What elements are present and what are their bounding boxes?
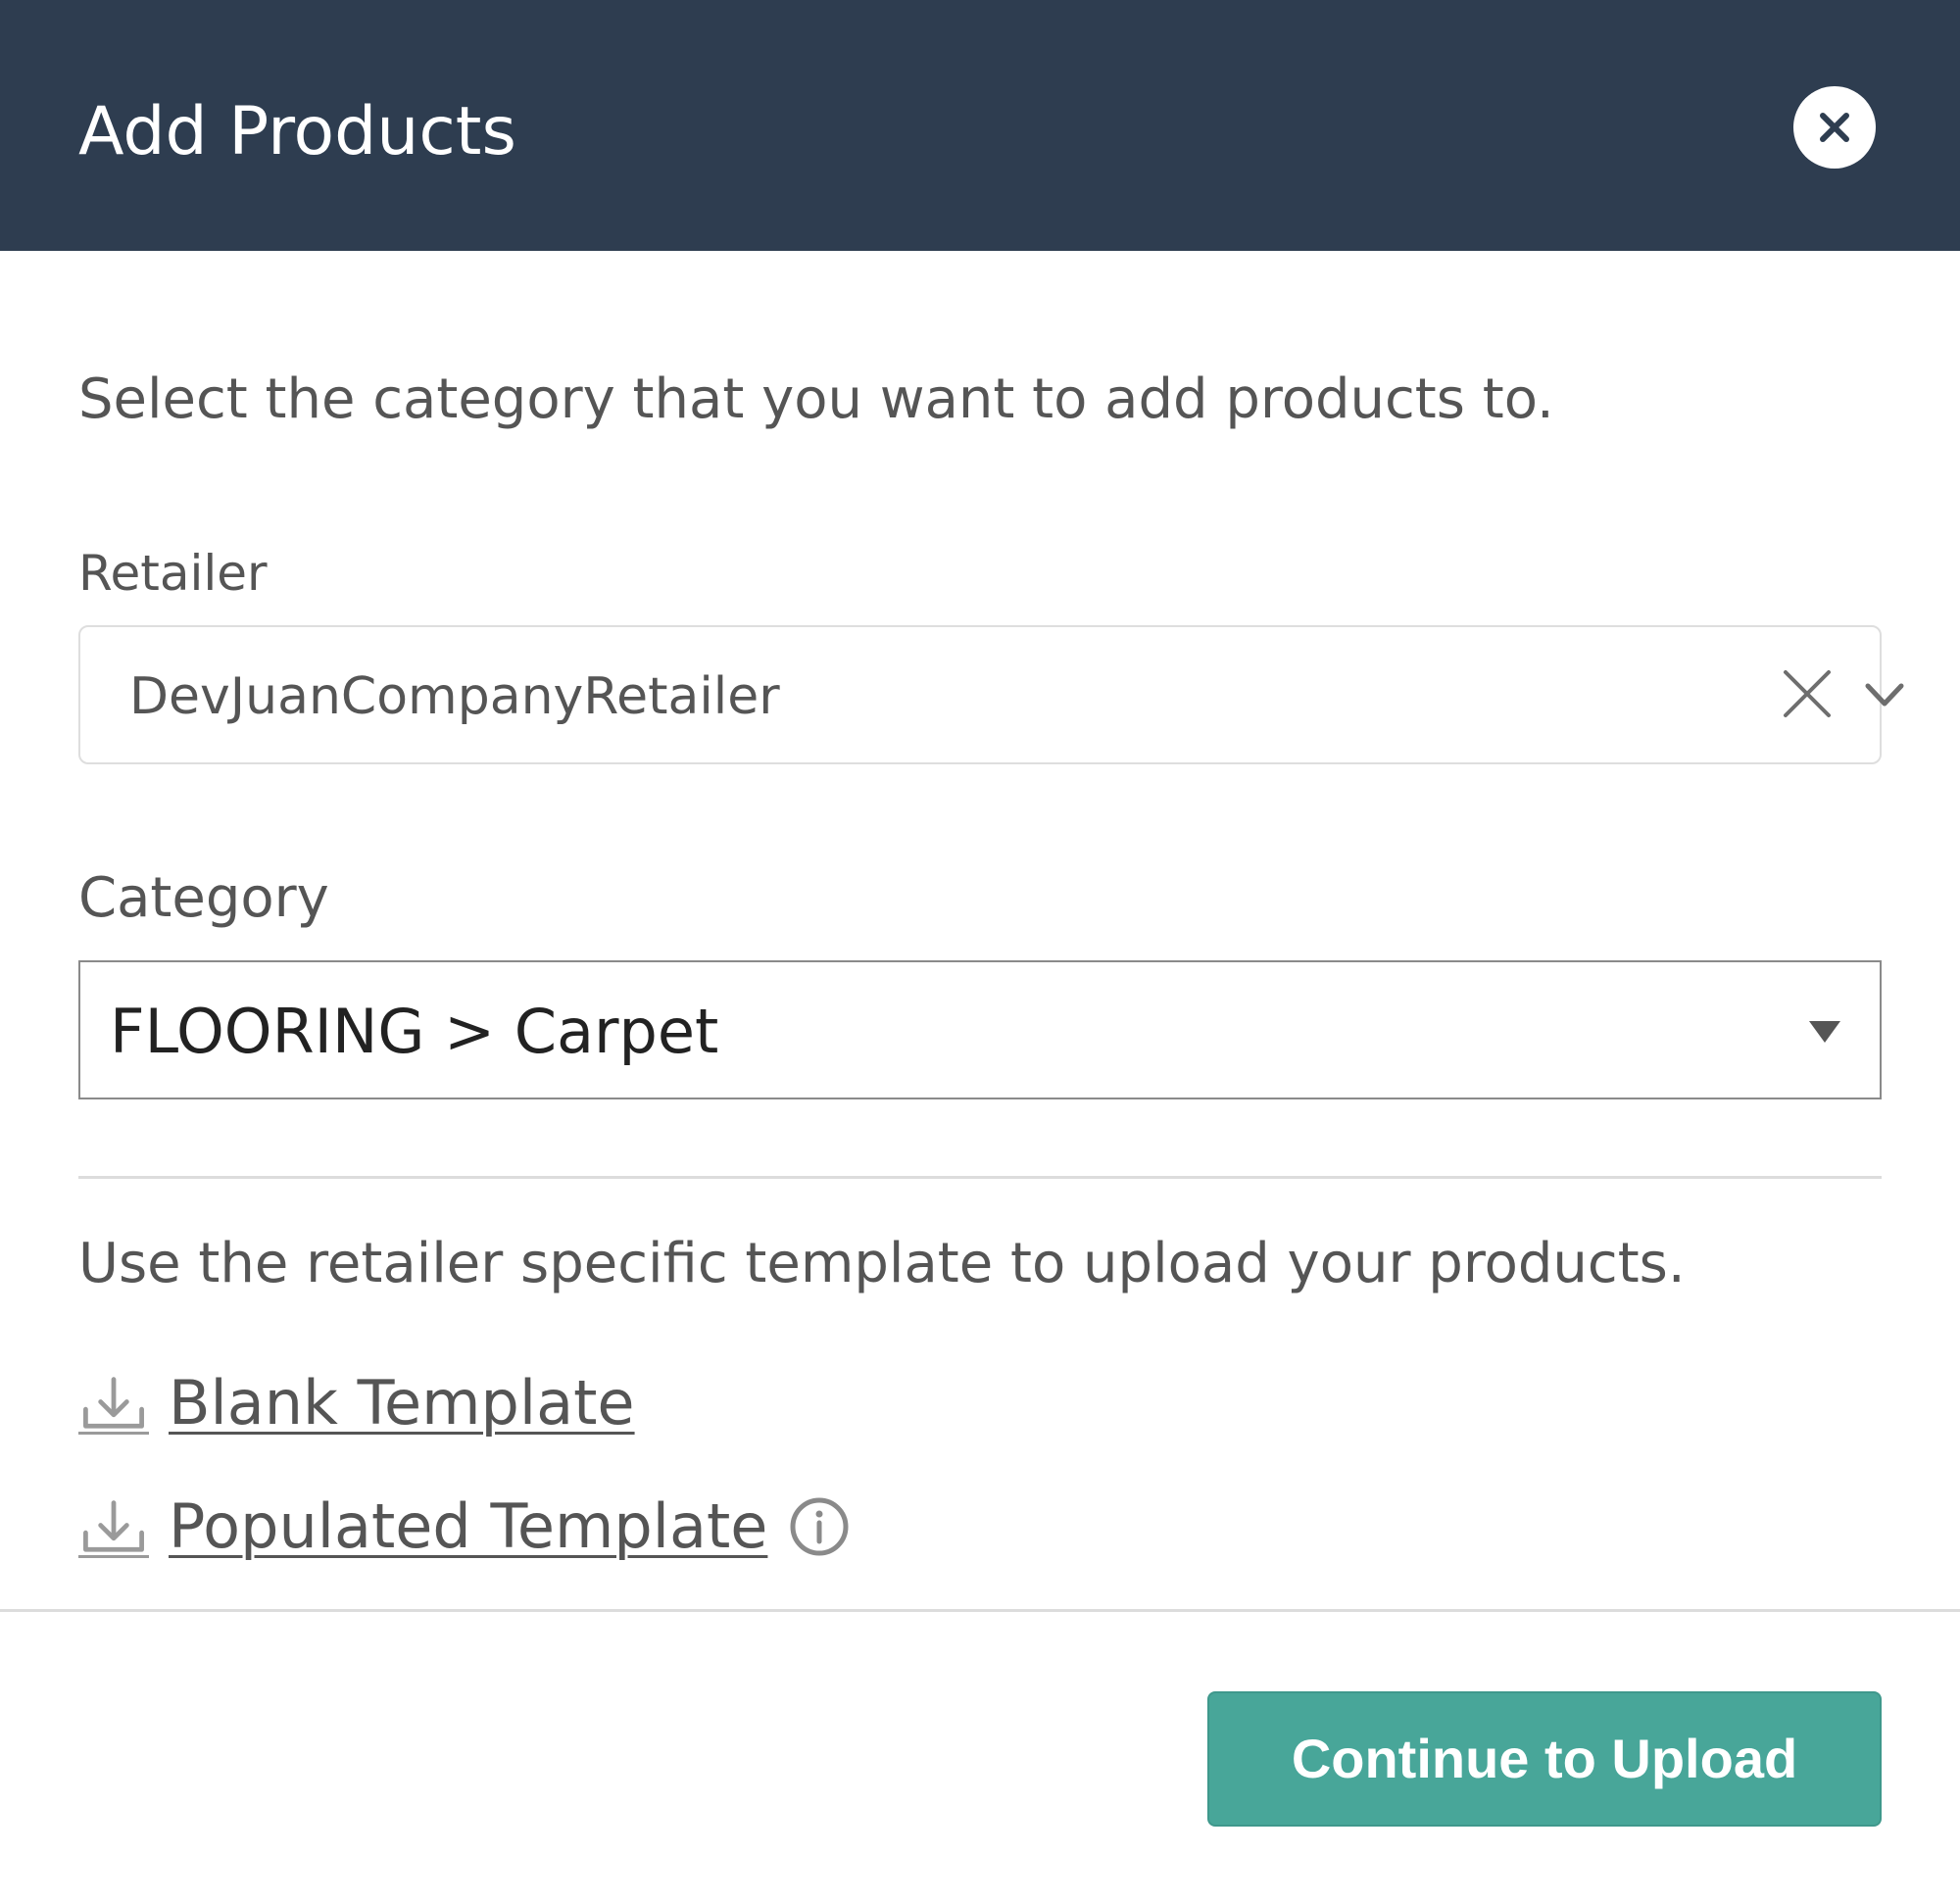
info-icon[interactable] [789,1496,850,1557]
download-icon [78,1372,149,1435]
category-selected-value: FLOORING > Carpet [110,996,719,1067]
blank-template-link[interactable]: Blank Template [78,1364,635,1442]
chevron-down-icon[interactable] [1862,678,1907,711]
close-button[interactable] [1793,86,1876,169]
intro-text: Select the category that you want to add… [78,367,1554,431]
blank-template-label: Blank Template [169,1367,635,1439]
close-circle-icon [1820,113,1849,142]
populated-template-label: Populated Template [169,1490,768,1562]
modal-header: Add Products [0,0,1960,251]
modal-title: Add Products [78,93,516,171]
triangle-down-icon [1805,1017,1844,1047]
retailer-select[interactable]: DevJuanCompanyRetailer [78,625,1904,764]
category-label: Category [78,866,329,930]
retailer-selected-value: DevJuanCompanyRetailer [129,667,780,726]
continue-to-upload-button[interactable]: Continue to Upload [1207,1691,1882,1827]
download-icon [78,1495,149,1558]
clear-x-icon[interactable] [1780,666,1835,721]
retailer-label: Retailer [78,545,268,602]
populated-template-link[interactable]: Populated Template [78,1488,850,1566]
section-divider [78,1176,1882,1179]
add-products-modal: Add Products Select the category that yo… [0,0,1960,1903]
footer-divider [0,1609,1960,1612]
category-select[interactable]: FLOORING > Carpet [78,960,1882,1099]
template-note: Use the retailer specific template to up… [78,1232,1686,1295]
